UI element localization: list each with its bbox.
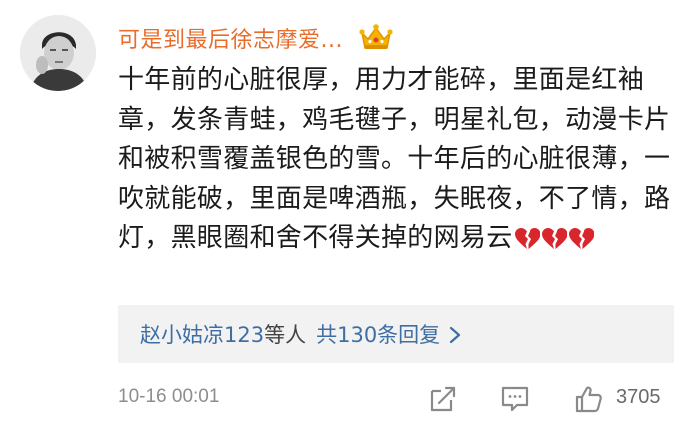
like-count: 3705 — [616, 386, 661, 408]
broken-heart-icon — [514, 224, 541, 249]
broken-heart-icon — [568, 224, 595, 249]
like-icon[interactable] — [574, 384, 604, 414]
chevron-right-icon — [448, 325, 462, 344]
timestamp: 10-16 00:01 — [118, 386, 220, 407]
reply-count-link[interactable]: 共130条回复 — [316, 319, 440, 349]
broken-heart-icon — [541, 224, 568, 249]
comment-header: 可是到最后徐志摩爱... — [118, 20, 393, 56]
reply-suffix: 等人 — [264, 323, 307, 347]
share-icon[interactable] — [428, 384, 458, 414]
reply-user-link[interactable]: 赵小姑凉123 — [140, 319, 264, 349]
comment-icon[interactable] — [500, 384, 530, 414]
comment-footer: 10-16 00:01 3705 — [118, 384, 674, 416]
username-link[interactable]: 可是到最后徐志摩爱... — [118, 22, 343, 54]
replies-preview[interactable]: 赵小姑凉123 等人 共130条回复 — [118, 305, 674, 363]
emoji-group — [514, 224, 595, 249]
avatar[interactable] — [20, 15, 96, 91]
comment-body: 十年前的心脏很厚，用力才能碎，里面是红袖章，发条青蛙，鸡毛毽子，明星礼包，动漫卡… — [118, 61, 678, 259]
vip-crown-icon[interactable] — [359, 23, 393, 53]
